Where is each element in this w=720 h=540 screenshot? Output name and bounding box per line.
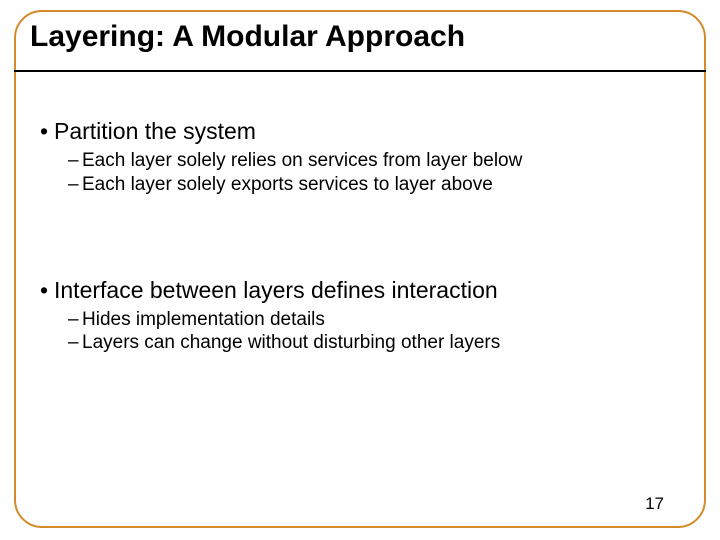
sub-text: Layers can change without disturbing oth…	[82, 332, 500, 353]
slide-title: Layering: A Modular Approach	[30, 20, 465, 54]
sub-bullet: –Each layer solely exports services to l…	[68, 173, 670, 197]
bullet-1: •Partition the system	[40, 118, 670, 145]
dash-marker: –	[68, 331, 82, 355]
dash-marker: –	[68, 149, 82, 173]
bullet-marker: •	[40, 277, 54, 304]
dash-marker: –	[68, 308, 82, 332]
sub-text: Each layer solely exports services to la…	[82, 174, 493, 195]
dash-marker: –	[68, 173, 82, 197]
bullet-2: •Interface between layers defines intera…	[40, 277, 670, 304]
bullet-marker: •	[40, 118, 54, 145]
page-number: 17	[645, 494, 664, 514]
slide-content: •Partition the system –Each layer solely…	[40, 118, 670, 355]
bullet-text: Partition the system	[54, 118, 256, 144]
sub-bullet: –Each layer solely relies on services fr…	[68, 149, 670, 173]
title-underline	[14, 70, 706, 72]
sub-text: Hides implementation details	[82, 309, 325, 330]
sub-bullet: –Layers can change without disturbing ot…	[68, 331, 670, 355]
bullet-text: Interface between layers defines interac…	[54, 277, 498, 303]
sub-bullet: –Hides implementation details	[68, 308, 670, 332]
sub-text: Each layer solely relies on services fro…	[82, 150, 522, 171]
